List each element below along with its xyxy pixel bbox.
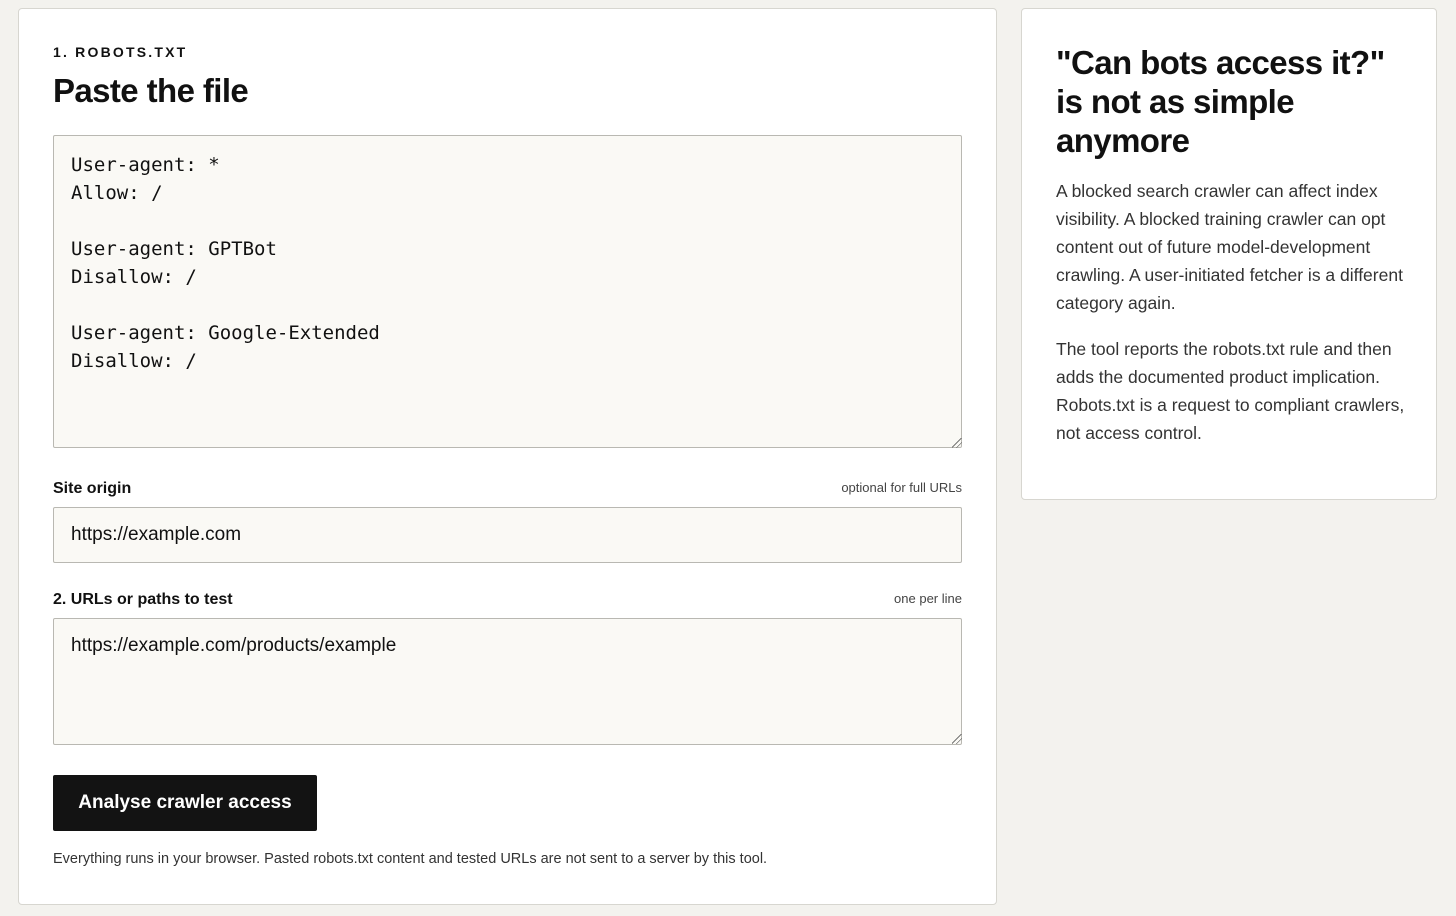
site-origin-input[interactable] — [53, 507, 962, 563]
robots-txt-textarea[interactable]: User-agent: * Allow: / User-agent: GPTBo… — [53, 135, 962, 448]
urls-textarea[interactable]: https://example.com/products/example — [53, 618, 962, 745]
analyse-crawler-access-button[interactable]: Analyse crawler access — [53, 775, 317, 831]
page-title: Paste the file — [53, 72, 249, 109]
sidebar-title: "Can bots access it?" is not as simple a… — [1056, 44, 1385, 159]
info-sidebar-card: "Can bots access it?" is not as simple a… — [1021, 8, 1437, 500]
urls-hint: one per line — [894, 591, 962, 606]
site-origin-label: Site origin — [53, 480, 132, 497]
resize-handle-icon[interactable] — [952, 438, 962, 448]
privacy-note: Everything runs in your browser. Pasted … — [53, 851, 768, 867]
step-eyebrow: 1. ROBOTS.TXT — [53, 44, 188, 60]
sidebar-paragraph: The tool reports the robots.txt rule and… — [1056, 339, 1405, 443]
resize-handle-icon[interactable] — [952, 734, 962, 744]
site-origin-hint: optional for full URLs — [841, 480, 962, 495]
robots-form-card: 1. ROBOTS.TXT Paste the file User-agent:… — [18, 8, 997, 905]
urls-label: 2. URLs or paths to test — [53, 591, 233, 608]
sidebar-paragraph: A blocked search crawler can affect inde… — [1056, 181, 1403, 313]
